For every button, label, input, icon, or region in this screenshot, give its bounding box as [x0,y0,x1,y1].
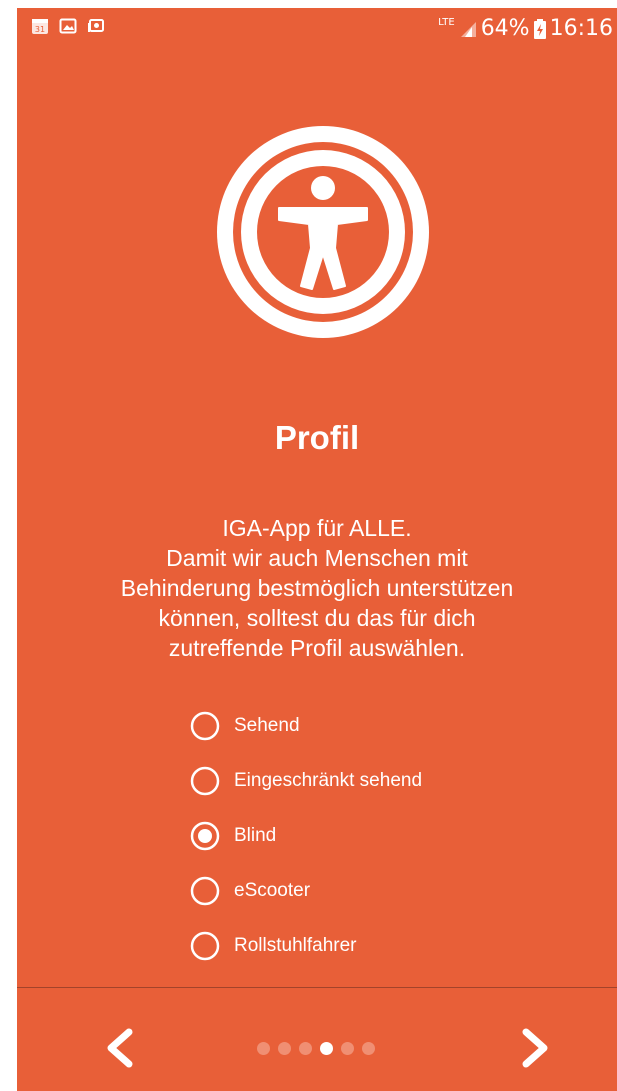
system-status: LTE 64% 16:16 [438,15,613,43]
radio-button[interactable] [190,931,220,961]
radio-option-escooter[interactable]: eScooter [190,863,550,918]
calendar-icon: 31 [32,19,48,34]
radio-button[interactable] [190,711,220,741]
status-bar: 31 LTE 64% 16:16 [17,8,617,50]
radio-option-eingeschraenkt-sehend[interactable]: Eingeschränkt sehend [190,753,550,808]
next-button[interactable] [514,1023,558,1073]
description-line: Damit wir auch Menschen mit [166,545,468,571]
radio-label: Rollstuhlfahrer [234,934,357,956]
battery-percent: 64% [480,16,530,41]
radio-button-selected[interactable] [190,821,220,851]
screen: 31 LTE 64% 16:16 Profil IGA-App für ALLE… [0,0,617,1091]
radio-button[interactable] [190,766,220,796]
notification-icons: 31 [31,17,105,35]
radio-button[interactable] [190,876,220,906]
battery-charging-icon [533,19,546,39]
page-dot-active [320,1041,333,1055]
page-dot [278,1041,291,1055]
app-window: 31 LTE 64% 16:16 Profil IGA-App für ALLE… [17,8,617,1091]
description-line: IGA-App für ALLE. [222,515,412,541]
svg-text:31: 31 [35,25,45,34]
previous-button[interactable] [97,1023,141,1073]
page-description: IGA-App für ALLE. Damit wir auch Mensche… [37,513,597,663]
radio-option-blind[interactable]: Blind [190,808,550,863]
radio-label: Sehend [234,714,300,736]
page-dot [299,1041,312,1055]
radio-label: Eingeschränkt sehend [234,769,423,791]
bottom-divider [17,987,617,988]
page-title: Profil [274,419,360,456]
description-line: zutreffende Profil auswählen. [168,635,466,661]
network-type: LTE [438,17,455,28]
gallery-icon [59,18,77,34]
chevron-right-icon [522,1028,548,1068]
chevron-left-icon [107,1028,133,1068]
cast-icon [88,19,104,32]
radio-label: Blind [234,824,277,846]
page-dot [257,1041,270,1055]
radio-label: eScooter [234,879,311,901]
profile-radio-group: Sehend Eingeschränkt sehend Blind eScoot… [190,698,550,973]
radio-option-sehend[interactable]: Sehend [190,698,550,753]
accessibility-icon [217,126,429,338]
radio-option-rollstuhlfahrer[interactable]: Rollstuhlfahrer [190,918,550,973]
description-line: Behinderung bestmöglich unterstützen [120,575,514,601]
clock: 16:16 [549,16,613,41]
page-dot [341,1041,354,1055]
description-line: können, solltest du das für dich [158,605,476,631]
page-indicator [257,1040,375,1056]
signal-icon [460,22,476,37]
page-dot [362,1041,375,1055]
